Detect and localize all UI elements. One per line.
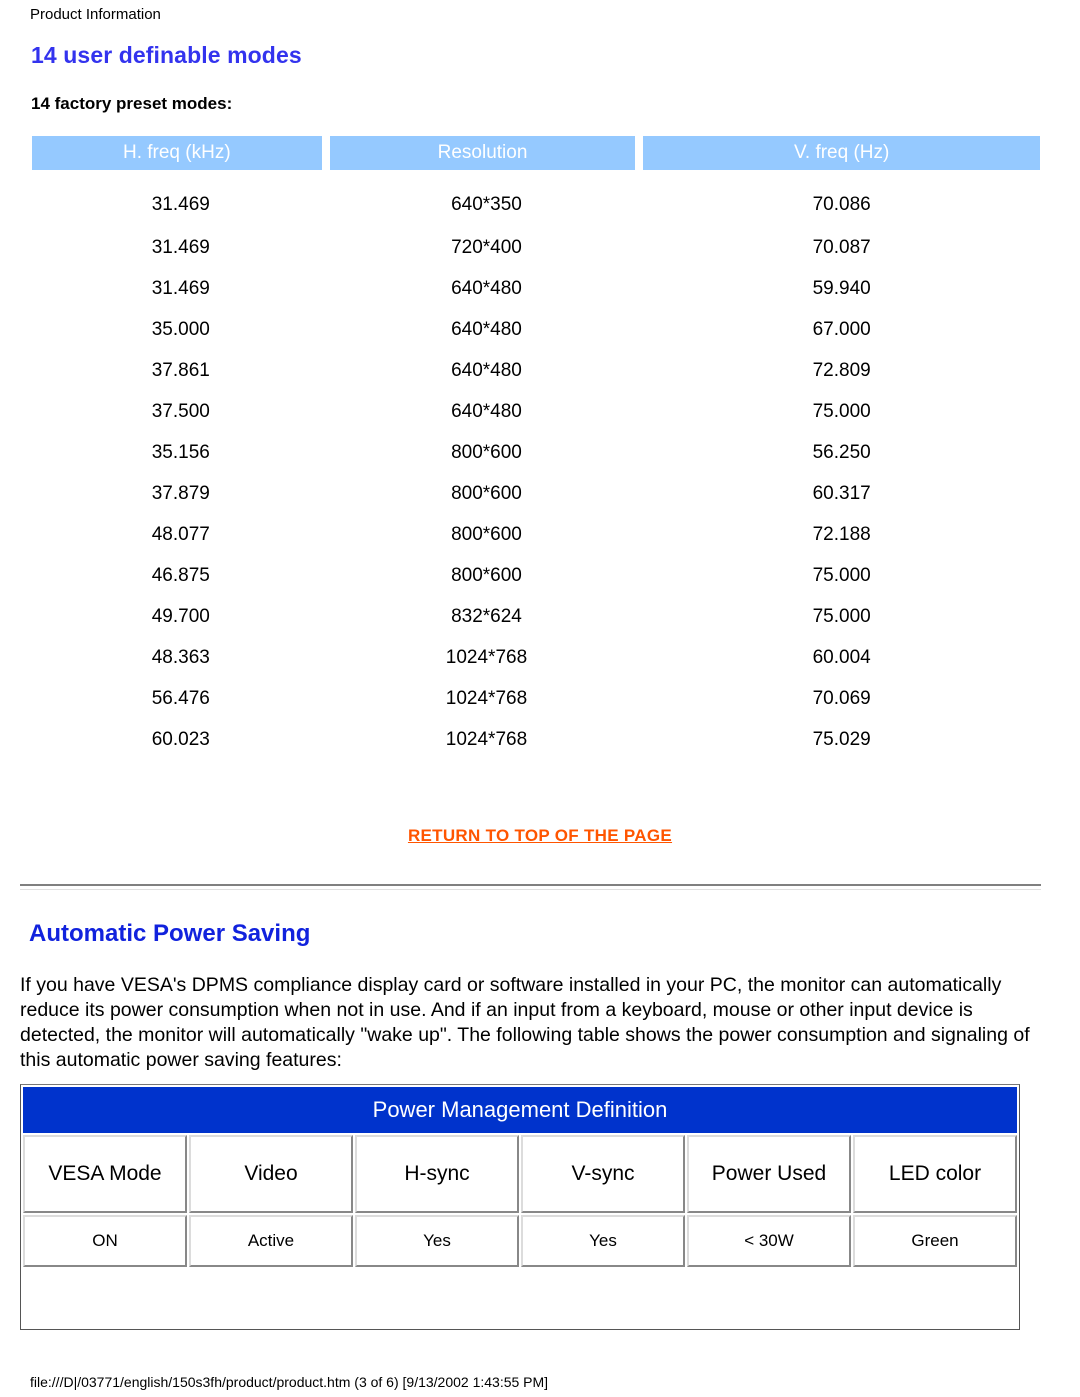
table-row: 48.363 1024*768 60.004	[32, 637, 1040, 678]
cell-hfreq: 35.156	[151, 441, 210, 463]
return-to-top-link[interactable]: RETURN TO TOP OF THE PAGE	[408, 826, 672, 845]
preset-header-row: H. freq (kHz) Resolution V. freq (Hz)	[32, 136, 1040, 170]
cell-resolution: 640*480	[451, 400, 522, 422]
cell-vfreq: 75.000	[812, 605, 871, 627]
pm-cell-vesa-mode: ON	[23, 1215, 187, 1267]
cell-resolution: 640*480	[451, 359, 522, 381]
table-row: 60.023 1024*768 75.029	[32, 719, 1040, 760]
cell-hfreq: 60.023	[151, 728, 210, 750]
cell-vfreq: 75.000	[812, 564, 871, 586]
pm-cell-hsync: Yes	[355, 1215, 519, 1267]
cell-resolution: 800*600	[451, 523, 522, 545]
cell-hfreq: 31.469	[151, 236, 210, 258]
table-row: 37.500 640*480 75.000	[32, 391, 1040, 432]
table-row: 37.879 800*600 60.317	[32, 473, 1040, 514]
cell-vfreq: 67.000	[812, 318, 871, 340]
power-management-table: Power Management Definition VESA Mode Vi…	[21, 1085, 1019, 1269]
cell-hfreq: 56.476	[151, 687, 210, 709]
return-to-top-wrapper: RETURN TO TOP OF THE PAGE	[0, 826, 1080, 846]
pm-cell-power-used: < 30W	[687, 1215, 851, 1267]
cell-resolution: 1024*768	[445, 646, 528, 668]
section-divider	[20, 884, 1041, 890]
pm-cell-video: Active	[189, 1215, 353, 1267]
pm-col-video: Video	[189, 1135, 353, 1213]
cell-hfreq: 46.875	[151, 564, 210, 586]
cell-vfreq: 75.029	[812, 728, 871, 750]
table-row: 31.469 640*480 59.940	[32, 268, 1040, 309]
status-bar-path: file:///D|/03771/english/150s3fh/product…	[30, 1374, 549, 1390]
table-row: 56.476 1024*768 70.069	[32, 678, 1040, 719]
cell-resolution: 1024*768	[445, 687, 528, 709]
product-information-page: Product Information 14 user definable mo…	[0, 0, 1080, 1397]
table-row: 35.156 800*600 56.250	[32, 432, 1040, 473]
automatic-power-saving-title: Automatic Power Saving	[29, 920, 311, 947]
cell-vfreq: 60.004	[812, 646, 871, 668]
cell-vfreq: 75.000	[812, 400, 871, 422]
pm-title-row: Power Management Definition	[23, 1087, 1017, 1133]
pm-cell-vsync: Yes	[521, 1215, 685, 1267]
cell-vfreq: 59.940	[812, 277, 871, 299]
breadcrumb: Product Information	[30, 6, 161, 23]
header-gap-1	[321, 136, 330, 170]
table-row: 49.700 832*624 75.000	[32, 596, 1040, 637]
cell-resolution: 640*480	[451, 318, 522, 340]
power-management-title: Power Management Definition	[23, 1087, 1017, 1133]
cell-resolution: 800*600	[451, 441, 522, 463]
preset-col-resolution: Resolution	[329, 136, 636, 170]
cell-resolution: 720*400	[451, 236, 522, 258]
table-row: 35.000 640*480 67.000	[32, 309, 1040, 350]
section-subtitle: 14 factory preset modes:	[31, 94, 233, 113]
preset-col-vfreq: V. freq (Hz)	[643, 136, 1040, 170]
cell-vfreq: 70.086	[812, 193, 871, 215]
cell-resolution: 800*600	[451, 482, 522, 504]
cell-hfreq: 37.879	[151, 482, 210, 504]
pm-col-led-color: LED color	[853, 1135, 1017, 1213]
table-row: 37.861 640*480 72.809	[32, 350, 1040, 391]
page-title: 14 user definable modes	[31, 42, 302, 68]
table-row: 31.469 720*400 70.087	[32, 227, 1040, 268]
pm-col-hsync: H-sync	[355, 1135, 519, 1213]
cell-hfreq: 31.469	[151, 193, 210, 215]
cell-hfreq: 37.500	[151, 400, 210, 422]
cell-vfreq: 70.087	[812, 236, 871, 258]
header-gap-2	[635, 136, 644, 170]
cell-hfreq: 35.000	[151, 318, 210, 340]
cell-resolution: 1024*768	[445, 728, 528, 750]
table-row: ON Active Yes Yes < 30W Green	[23, 1215, 1017, 1267]
cell-hfreq: 48.363	[151, 646, 210, 668]
cell-hfreq: 31.469	[151, 277, 210, 299]
cell-resolution: 800*600	[451, 564, 522, 586]
cell-resolution: 640*480	[451, 277, 522, 299]
cell-vfreq: 72.188	[812, 523, 871, 545]
preset-table-header: H. freq (kHz) Resolution V. freq (Hz)	[32, 136, 1040, 170]
power-saving-paragraph: If you have VESA's DPMS compliance displ…	[20, 974, 1030, 1071]
cell-hfreq: 48.077	[151, 523, 210, 545]
cell-vfreq: 56.250	[812, 441, 871, 463]
table-row: 46.875 800*600 75.000	[32, 555, 1040, 596]
cell-hfreq: 37.861	[151, 359, 210, 381]
cell-vfreq: 60.317	[812, 482, 871, 504]
pm-col-power-used: Power Used	[687, 1135, 851, 1213]
pm-col-vsync: V-sync	[521, 1135, 685, 1213]
power-management-table-wrapper: Power Management Definition VESA Mode Vi…	[20, 1084, 1020, 1330]
preset-col-hfreq: H. freq (kHz)	[32, 136, 322, 170]
cell-vfreq: 72.809	[812, 359, 871, 381]
factory-preset-modes-table: H. freq (kHz) Resolution V. freq (Hz) 31…	[32, 136, 1040, 760]
cell-resolution: 832*624	[451, 605, 522, 627]
cell-hfreq: 49.700	[151, 605, 210, 627]
table-row: 48.077 800*600 72.188	[32, 514, 1040, 555]
pm-cell-led-color: Green	[853, 1215, 1017, 1267]
cell-vfreq: 70.069	[812, 687, 871, 709]
preset-table-body: 31.469 640*350 70.086 31.469 720*400 70.…	[32, 170, 1040, 760]
pm-header-row: VESA Mode Video H-sync V-sync Power Used…	[23, 1135, 1017, 1213]
table-row: 31.469 640*350 70.086	[32, 170, 1040, 227]
cell-resolution: 640*350	[451, 193, 522, 215]
pm-col-vesa-mode: VESA Mode	[23, 1135, 187, 1213]
